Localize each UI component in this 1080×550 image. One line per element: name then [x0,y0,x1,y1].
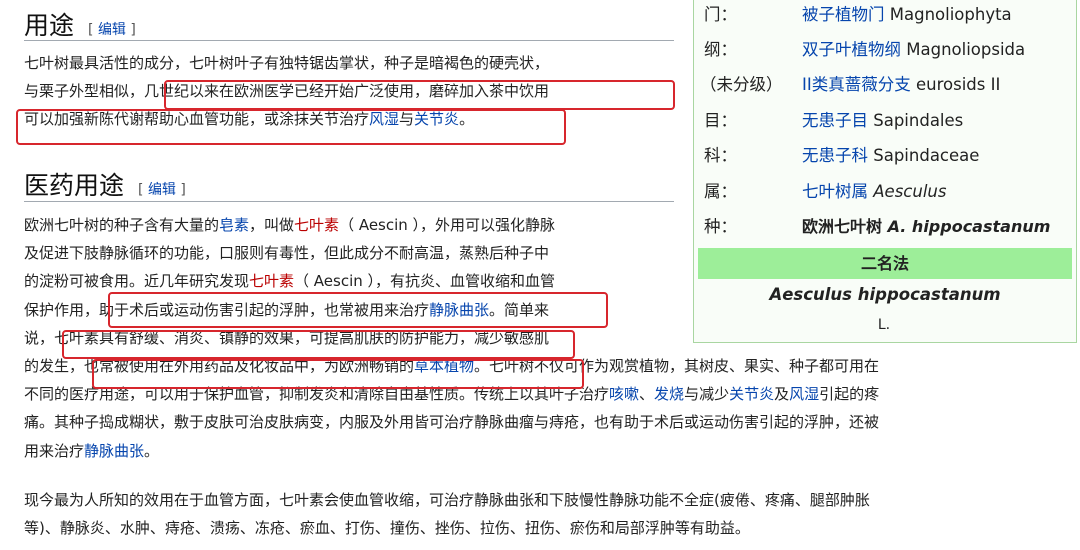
link-cough[interactable]: 咳嗽 [609,385,639,403]
taxon-link[interactable]: 被子植物门 [802,5,885,24]
taxonomy-row-order: 目： 无患子目 Sapindales [704,111,964,130]
binomial-authority: L. [877,317,891,333]
binomial-name: Aesculus hippocastanum [769,285,1001,304]
link-aescin[interactable]: 七叶素 [249,272,294,290]
taxon-link[interactable]: 双子叶植物纲 [802,40,901,59]
highlight-box [16,109,566,145]
heading-divider [24,40,674,41]
edit-link[interactable]: [ 编辑 ] [138,182,186,198]
section-heading-medical: 医药用途 [ 编辑 ] [24,166,186,202]
taxonomy-row-phylum: 门： 被子植物门 Magnoliophyta [704,5,1012,24]
highlight-box [62,330,575,359]
heading-divider [24,201,674,202]
taxonomy-row-family: 科： 无患子科 Sapindaceae [704,146,980,165]
taxon-link[interactable]: 无患子科 [802,146,868,165]
taxon-link[interactable]: II类真蔷薇分支 [802,75,911,94]
taxon-link[interactable]: 无患子目 [802,111,868,130]
highlight-box [92,359,584,389]
highlight-box [108,292,608,328]
taxonomy-row-genus: 属： 七叶树属 Aesculus [704,182,947,201]
taxonomy-row-species: 种： 欧洲七叶树 A. hippocastanum [704,217,1051,236]
link-arthritis[interactable]: 关节炎 [729,385,774,403]
edit-link[interactable]: [ 编辑 ] [88,22,136,38]
binomial-header: 二名法 [698,248,1072,279]
section-title: 医药用途 [24,171,125,200]
vascular-paragraph: 现今最为人所知的效用在于血管方面，七叶素会使血管收缩，可治疗静脉曲张和下肢慢性静… [24,491,870,538]
link-aescin[interactable]: 七叶素 [294,216,339,234]
section-title: 用途 [24,11,75,40]
link-varicose-veins[interactable]: 静脉曲张 [84,442,144,460]
highlight-box [164,80,675,110]
section-heading-uses: 用途 [ 编辑 ] [24,6,136,42]
link-rheumatism[interactable]: 风湿 [789,385,819,403]
taxonomy-infobox: 门： 被子植物门 Magnoliophyta 纲： 双子叶植物纲 Magnoli… [693,0,1077,343]
taxonomy-row-class: 纲： 双子叶植物纲 Magnoliopsida [704,40,1026,59]
link-fever[interactable]: 发烧 [654,385,684,403]
taxon-link[interactable]: 七叶树属 [802,182,868,201]
taxonomy-row-unranked: （未分级） II类真蔷薇分支 eurosids II [700,75,1001,94]
link-saponin[interactable]: 皂素 [219,216,249,234]
